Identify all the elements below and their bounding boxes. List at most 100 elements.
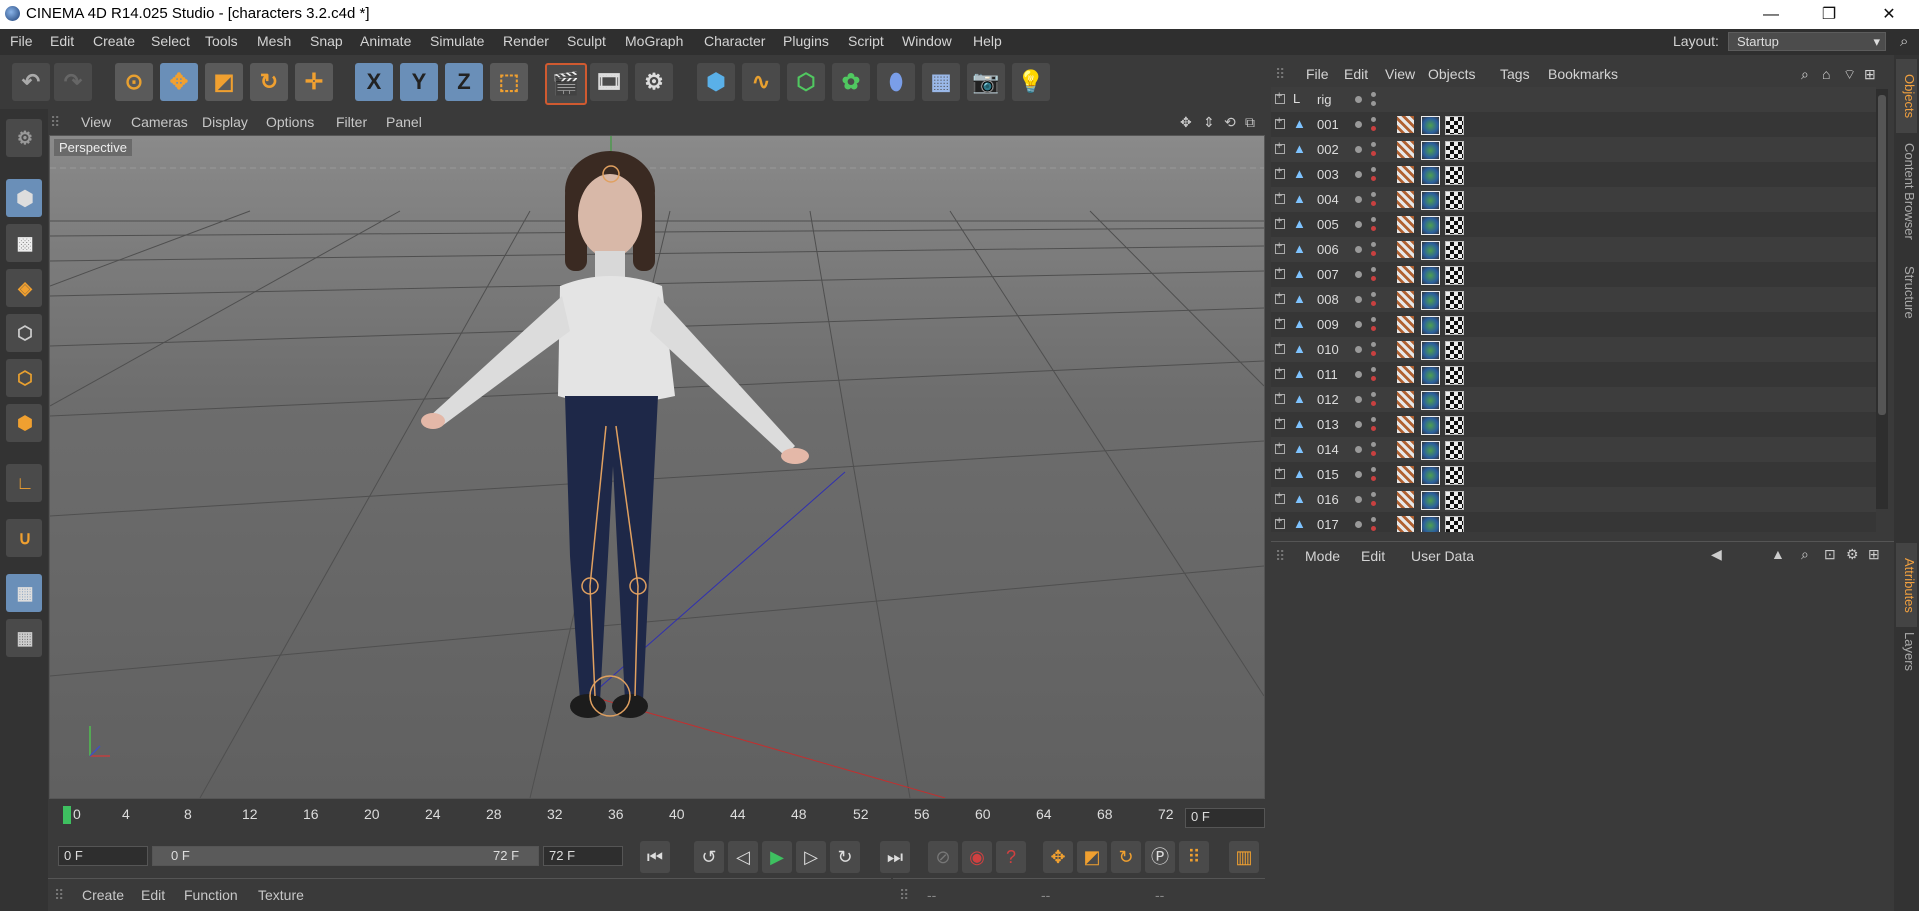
object-row[interactable]: ▲ 010 <box>1271 337 1876 362</box>
y-axis-lock-button[interactable]: Y <box>400 63 438 101</box>
record-keyframes-button[interactable]: ⊘ <box>928 841 958 873</box>
go-to-start-button[interactable]: ⏮ <box>640 841 670 873</box>
key-help-button[interactable]: ? <box>996 841 1026 873</box>
viewport-menu-filter[interactable]: Filter <box>336 114 367 130</box>
render-visibility-dot[interactable] <box>1371 226 1376 231</box>
rotate-tool-button[interactable]: ↻ <box>250 63 288 101</box>
character-model[interactable] <box>421 151 809 718</box>
workplane-mode-button[interactable]: ◈ <box>6 269 42 307</box>
expand-toggle[interactable] <box>1275 390 1285 404</box>
texture-tag-icon[interactable] <box>1445 191 1464 210</box>
z-axis-lock-button[interactable]: Z <box>445 63 483 101</box>
uvw-tag-icon[interactable] <box>1397 166 1414 183</box>
render-visibility-dot[interactable] <box>1371 376 1376 381</box>
back-icon[interactable]: ⌔ <box>1843 66 1856 84</box>
autokey-button[interactable]: ◉ <box>962 841 992 873</box>
object-row[interactable]: ▲ 011 <box>1271 362 1876 387</box>
planar-workplane-button[interactable]: ▦ <box>6 619 42 657</box>
object-list-scrollbar[interactable] <box>1876 89 1888 509</box>
editor-visibility-dot[interactable] <box>1371 367 1376 372</box>
texture-tag-icon[interactable] <box>1445 116 1464 135</box>
editor-visibility-dot[interactable] <box>1371 267 1376 272</box>
material-menu-function[interactable]: Function <box>184 887 238 903</box>
next-keyframe-button[interactable]: ↻ <box>830 841 860 873</box>
texture-tag-icon[interactable] <box>1445 266 1464 285</box>
texture-tag-icon[interactable] <box>1445 391 1464 410</box>
visibility-dot[interactable] <box>1355 221 1362 228</box>
material-tag-icon[interactable] <box>1421 266 1440 285</box>
tab-layers[interactable]: Layers <box>1896 621 1917 683</box>
om-menu-view[interactable]: View <box>1385 66 1415 82</box>
menu-script[interactable]: Script <box>848 33 884 49</box>
object-row[interactable]: ▲ 013 <box>1271 412 1876 437</box>
go-to-end-button[interactable]: ⏭ <box>880 841 910 873</box>
object-row[interactable]: ▲ 015 <box>1271 462 1876 487</box>
expand-toggle[interactable] <box>1275 340 1285 354</box>
visibility-dot[interactable] <box>1355 96 1362 103</box>
expand-toggle[interactable] <box>1275 315 1285 329</box>
editor-visibility-dot[interactable] <box>1371 392 1376 397</box>
expand-toggle[interactable] <box>1275 190 1285 204</box>
render-visibility-dot[interactable] <box>1371 451 1376 456</box>
undo-button[interactable]: ↶ <box>12 63 50 101</box>
texture-tag-icon[interactable] <box>1445 466 1464 485</box>
editor-visibility-dot[interactable] <box>1371 417 1376 422</box>
texture-tag-icon[interactable] <box>1445 341 1464 360</box>
om-menu-bookmarks[interactable]: Bookmarks <box>1548 66 1618 82</box>
material-tag-icon[interactable] <box>1421 216 1440 235</box>
uvw-tag-icon[interactable] <box>1397 266 1414 283</box>
material-tag-icon[interactable] <box>1421 191 1440 210</box>
menu-simulate[interactable]: Simulate <box>430 33 484 49</box>
render-view-button[interactable]: 🎬 <box>545 63 587 105</box>
material-tag-icon[interactable] <box>1421 466 1440 485</box>
tab-attributes[interactable]: Attributes <box>1896 543 1917 627</box>
texture-tag-icon[interactable] <box>1445 166 1464 185</box>
viewport-menu-display[interactable]: Display <box>202 114 248 130</box>
render-visibility-dot[interactable] <box>1371 126 1376 131</box>
texture-tag-icon[interactable] <box>1445 366 1464 385</box>
material-tag-icon[interactable] <box>1421 416 1440 435</box>
material-tag-icon[interactable] <box>1421 291 1440 310</box>
polygons-mode-button[interactable]: ⬢ <box>6 404 42 442</box>
material-menu-edit[interactable]: Edit <box>141 887 165 903</box>
menu-sculpt[interactable]: Sculpt <box>567 33 606 49</box>
visibility-dot[interactable] <box>1355 296 1362 303</box>
render-visibility-dot[interactable] <box>1371 251 1376 256</box>
expand-toggle[interactable] <box>1275 140 1285 154</box>
object-row[interactable]: ▲ 004 <box>1271 187 1876 212</box>
close-button[interactable]: ✕ <box>1866 0 1912 29</box>
x-axis-lock-button[interactable]: X <box>355 63 393 101</box>
texture-mode-button[interactable]: ▩ <box>6 224 42 262</box>
texture-tag-icon[interactable] <box>1445 441 1464 460</box>
render-visibility-dot[interactable] <box>1371 326 1376 331</box>
viewport-rotate-icon[interactable]: ⟲ <box>1224 114 1236 131</box>
visibility-dot[interactable] <box>1355 321 1362 328</box>
nurbs-button[interactable]: ⬡ <box>787 63 825 101</box>
menu-tools[interactable]: Tools <box>205 33 238 49</box>
layout-dropdown[interactable]: Startup ▾ <box>1728 32 1886 51</box>
viewport-menu-panel[interactable]: Panel <box>386 114 422 130</box>
editor-visibility-dot[interactable] <box>1371 142 1376 147</box>
render-visibility-dot[interactable] <box>1371 401 1376 406</box>
object-row[interactable]: ▲ 017 <box>1271 512 1876 532</box>
expand-toggle[interactable] <box>1275 215 1285 229</box>
home-icon[interactable]: ⌂ <box>1822 66 1830 82</box>
material-tag-icon[interactable] <box>1421 366 1440 385</box>
visibility-dot[interactable] <box>1355 171 1362 178</box>
uvw-tag-icon[interactable] <box>1397 466 1414 483</box>
viewport-maximize-icon[interactable]: ⧉ <box>1245 114 1255 131</box>
viewport-menu-view[interactable]: View <box>81 114 111 130</box>
deformer-button[interactable]: ⬮ <box>877 63 915 101</box>
model-mode-button[interactable]: ⬢ <box>6 179 42 217</box>
live-selection-button[interactable]: ⊙ <box>115 63 153 101</box>
render-visibility-dot[interactable] <box>1371 276 1376 281</box>
texture-tag-icon[interactable] <box>1445 241 1464 260</box>
expand-toggle[interactable] <box>1275 240 1285 254</box>
render-visibility-dot[interactable] <box>1371 501 1376 506</box>
scale-tool-button[interactable]: ◩ <box>205 63 243 101</box>
expand-toggle[interactable] <box>1275 415 1285 429</box>
render-to-picture-viewer-button[interactable]: 🎞 <box>590 63 628 101</box>
menu-file[interactable]: File <box>10 33 33 49</box>
expand-toggle[interactable] <box>1275 365 1285 379</box>
render-visibility-dot[interactable] <box>1371 301 1376 306</box>
